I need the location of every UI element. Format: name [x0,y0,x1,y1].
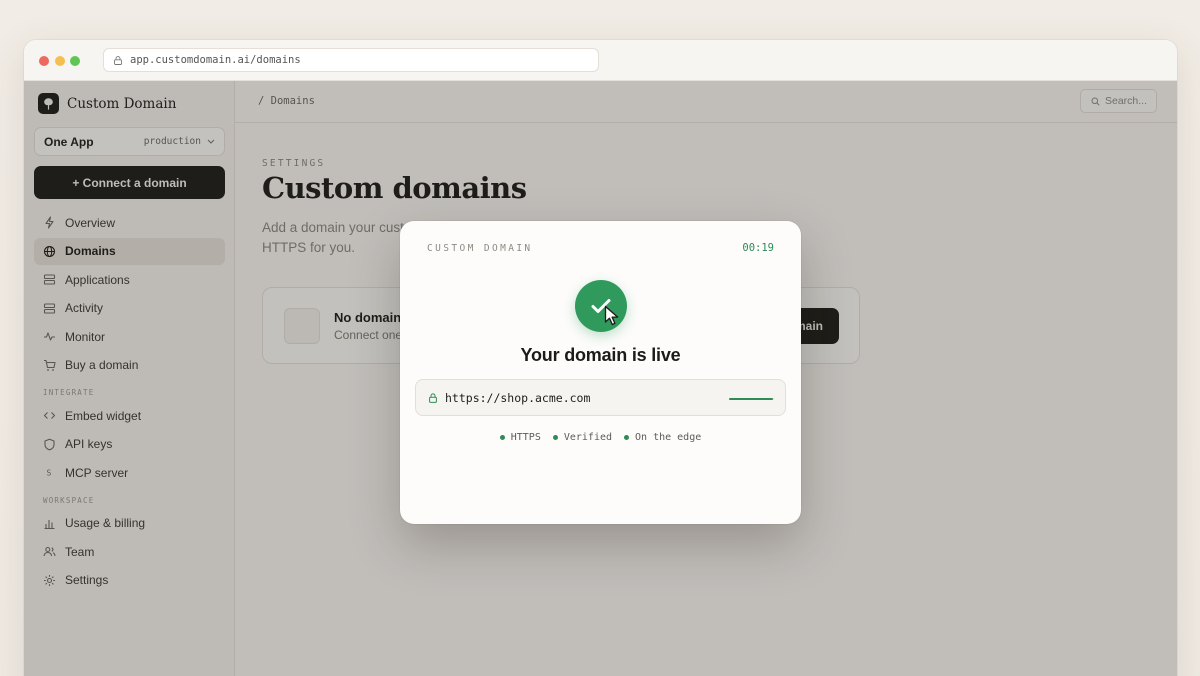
status-badges: HTTPS Verified On the edge [400,432,801,443]
modal-timer: 00:19 [742,242,774,254]
progress-bar-fill [729,398,773,400]
status-badge-label: On the edge [635,432,702,443]
status-badge: On the edge [624,432,701,443]
address-bar-url: app.customdomain.ai/domains [130,54,301,66]
modal-title: Your domain is live [520,345,681,365]
status-badge: HTTPS [499,432,541,443]
live-url-field[interactable]: https://shop.acme.com [415,379,786,416]
domain-live-modal: CUSTOM DOMAIN 00:19 Your domain is live … [400,221,801,524]
close-window-button[interactable] [39,56,49,66]
status-dot [499,435,505,440]
modal-label: CUSTOM DOMAIN [427,243,533,254]
browser-titlebar: app.customdomain.ai/domains [24,40,1177,81]
status-badge-label: Verified [563,432,613,443]
status-badge-label: HTTPS [510,432,541,443]
status-dot [624,435,630,440]
lock-icon [114,55,122,65]
lock-icon [429,393,437,403]
maximize-window-button[interactable] [70,56,80,66]
progress-bar [729,398,774,400]
address-bar[interactable]: app.customdomain.ai/domains [103,48,599,72]
mouse-cursor-icon [604,305,619,326]
minimize-window-button[interactable] [55,56,65,66]
live-url: https://shop.acme.com [445,391,591,405]
status-badge: Verified [552,432,613,443]
status-dot [552,435,558,440]
